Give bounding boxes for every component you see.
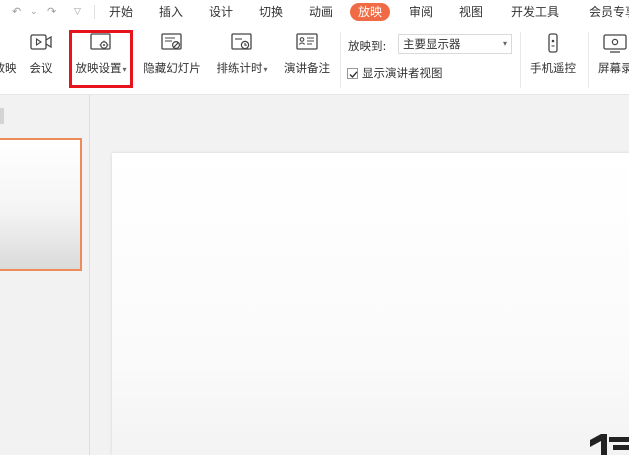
- chevron-down-icon: ▾: [502, 39, 507, 48]
- checkbox-checked-icon[interactable]: [347, 67, 358, 79]
- tab-review[interactable]: 审阅: [409, 3, 433, 21]
- video-play-icon: [30, 34, 52, 50]
- tab-design[interactable]: 设计: [209, 3, 233, 21]
- quick-access-more-icon[interactable]: ▽: [74, 4, 81, 20]
- tab-member[interactable]: 会员专享: [589, 3, 629, 21]
- menu-divider: [94, 5, 95, 19]
- play-icon: [0, 32, 18, 54]
- menu-bar: ↶ ⌄ ↷ ▽ 开始 插入 设计 切换 动画 放映 审阅 视图 开发工具 会员专…: [0, 0, 629, 24]
- hide-slide-button[interactable]: 隐藏幻灯片: [141, 32, 203, 76]
- rehearse-timing-button[interactable]: 排练计时▾: [212, 32, 272, 76]
- slide-hide-icon: [161, 33, 182, 50]
- screen-record-button[interactable]: 屏幕录: [596, 32, 629, 76]
- slide-canvas[interactable]: [112, 153, 629, 455]
- tab-developer[interactable]: 开发工具: [511, 3, 559, 21]
- tab-transitions[interactable]: 切换: [259, 3, 283, 21]
- show-to-label: 放映到:: [348, 39, 387, 53]
- presenter-view-label: 显示演讲者视图: [362, 66, 443, 80]
- screen-record-icon: [603, 34, 627, 53]
- tab-insert[interactable]: 插入: [159, 3, 183, 21]
- undo-dropdown-icon[interactable]: ⌄: [30, 4, 38, 20]
- tab-animations[interactable]: 动画: [309, 3, 333, 21]
- tab-slideshow[interactable]: 放映: [350, 3, 391, 21]
- redo-icon[interactable]: ↷: [47, 4, 56, 20]
- ribbon-divider: [340, 32, 341, 88]
- tab-view[interactable]: 视图: [459, 3, 483, 21]
- thumbnail-pane-tab[interactable]: [0, 108, 4, 124]
- play-button[interactable]: 放映: [0, 32, 20, 76]
- presenter-view-checkbox[interactable]: 显示演讲者视图: [347, 65, 443, 81]
- phone-remote-button[interactable]: 手机遥控: [528, 32, 578, 76]
- monitor-select-value: 主要显示器: [403, 37, 461, 51]
- undo-icon[interactable]: ↶: [12, 4, 21, 20]
- pane-divider[interactable]: [89, 95, 90, 455]
- ribbon-divider: [520, 32, 521, 88]
- slide-timer-icon: [231, 33, 252, 50]
- slide-thumbnail[interactable]: [0, 138, 82, 271]
- ribbon-divider: [588, 32, 589, 88]
- phone-remote-icon: [548, 33, 558, 53]
- chevron-down-icon: ▾: [263, 65, 268, 74]
- highlight-box: [69, 30, 133, 88]
- monitor-select[interactable]: 主要显示器 ▾: [398, 34, 512, 54]
- slide-content-fragment: [590, 434, 629, 455]
- rehearse-timing-label: 排练计时: [216, 61, 263, 75]
- notes-icon: [296, 33, 318, 50]
- tab-home[interactable]: 开始: [109, 3, 133, 21]
- speaker-notes-button[interactable]: 演讲备注: [282, 32, 332, 76]
- meeting-button[interactable]: 会议: [26, 32, 56, 76]
